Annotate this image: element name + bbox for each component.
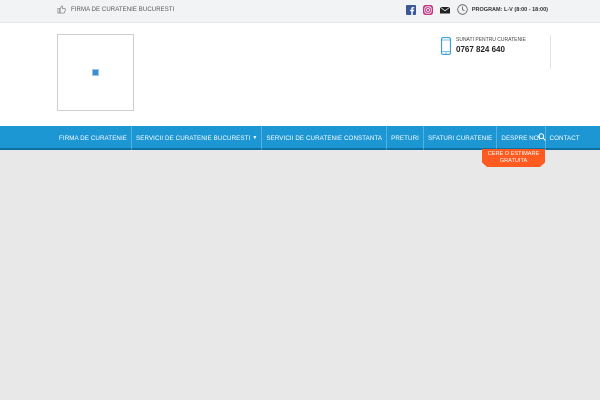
- nav-label: PRETURI: [391, 134, 419, 142]
- contact-label: SUNATI PENTRU CURATENIE: [456, 37, 526, 43]
- instagram-icon[interactable]: [422, 4, 433, 15]
- free-estimate-button[interactable]: CERE O ESTIMARE GRATUITA: [482, 149, 545, 167]
- tagline-text: FIRMA DE CURATENIE BUCURESTI: [71, 6, 175, 13]
- schedule: PROGRAM: L-V (8:00 - 18:00): [457, 4, 548, 15]
- nav-label: FIRMA DE CURATENIE: [59, 134, 128, 142]
- nav-item-preturi[interactable]: PRETURI: [387, 126, 424, 150]
- facebook-icon[interactable]: [405, 4, 416, 15]
- cta-line-2: GRATUITA: [499, 157, 528, 164]
- nav-label: SFATURI CURATENIE: [427, 134, 493, 142]
- nav-label: SERVICII DE CURATENIE BUCURESTI: [136, 134, 251, 142]
- thumbs-up-icon: [57, 5, 66, 14]
- cta-line-1: CERE O ESTIMARE: [487, 151, 540, 157]
- top-bar-right: PROGRAM: L-V (8:00 - 18:00): [399, 4, 548, 15]
- main-nav: FIRMA DE CURATENIE SERVICII DE CURATENIE…: [0, 126, 600, 150]
- caret-down-icon: ▼: [252, 135, 258, 141]
- nav-item-servicii-bucuresti[interactable]: SERVICII DE CURATENIE BUCURESTI ▼: [132, 126, 263, 150]
- header: SUNATI PENTRU CURATENIE 0767 824 640: [0, 23, 600, 126]
- nav-item-firma[interactable]: FIRMA DE CURATENIE: [55, 126, 133, 150]
- nav-label: DESPRE NOI: [501, 134, 541, 142]
- phone-number[interactable]: 0767 824 640: [456, 45, 505, 54]
- envelope-icon[interactable]: [439, 5, 450, 15]
- clock-icon: [457, 4, 468, 15]
- tagline-group: FIRMA DE CURATENIE BUCURESTI: [57, 5, 174, 14]
- main-content: [0, 152, 600, 400]
- site-logo[interactable]: [57, 34, 134, 111]
- search-icon[interactable]: [538, 133, 546, 141]
- top-bar: FIRMA DE CURATENIE BUCURESTI PROGRAM: L-…: [0, 0, 600, 23]
- broken-image-icon: [92, 69, 99, 76]
- nav-label: CONTACT: [549, 134, 580, 142]
- nav-item-servicii-constanta[interactable]: SERVICII DE CURATENIE CONSTANTA: [262, 126, 388, 150]
- nav-item-sfaturi[interactable]: SFATURI CURATENIE: [424, 126, 498, 150]
- mobile-phone-icon: [441, 37, 451, 55]
- nav-item-contact[interactable]: CONTACT: [546, 126, 584, 150]
- nav-label: SERVICII DE CURATENIE CONSTANTA: [266, 134, 383, 142]
- phone-contact[interactable]: SUNATI PENTRU CURATENIE 0767 824 640: [441, 35, 551, 69]
- schedule-text: PROGRAM: L-V (8:00 - 18:00): [471, 6, 548, 13]
